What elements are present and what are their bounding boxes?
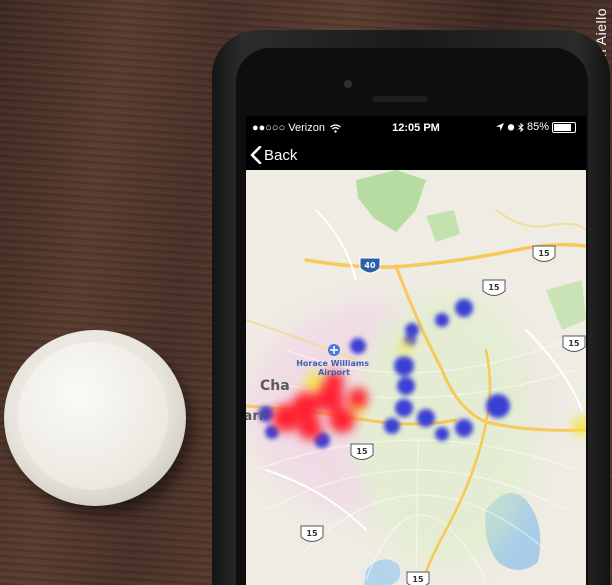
us-route-shield: 15 xyxy=(562,335,586,352)
route-number: 15 xyxy=(306,529,318,538)
nav-bar: Back xyxy=(246,138,586,170)
battery-fill xyxy=(554,123,571,131)
phone-screen: ●●○○○ Verizon 12:05 PM 85% Back Horace W… xyxy=(246,116,586,585)
earpiece-speaker xyxy=(372,96,428,102)
route-number: 15 xyxy=(488,283,500,292)
us-route-shield: 15 xyxy=(406,571,430,585)
chevron-left-icon xyxy=(250,146,262,164)
airport-marker[interactable] xyxy=(328,344,340,356)
back-label: Back xyxy=(264,146,298,164)
bluetooth-icon xyxy=(518,122,524,132)
us-route-shield: 15 xyxy=(300,525,324,542)
photo: Photo by Allison Aiello ●●○○○ Verizon 12… xyxy=(0,0,612,585)
location-arrow-icon xyxy=(495,123,504,131)
route-number: 15 xyxy=(356,447,368,456)
airport-label-line-1: Horace Williams xyxy=(296,359,369,368)
status-bar: ●●○○○ Verizon 12:05 PM 85% xyxy=(246,116,586,138)
interstate-shield: 40 xyxy=(359,257,381,274)
battery-percent: 85% xyxy=(526,121,549,133)
heatmap-map[interactable]: Horace Williams Airport Cha Carr 40 15 15 1… xyxy=(246,170,586,585)
white-sensor-puck xyxy=(4,330,186,506)
sensor-face xyxy=(18,342,168,490)
route-number: 15 xyxy=(568,339,580,348)
town-label-chapel-hill: Cha xyxy=(260,378,290,394)
back-button[interactable]: Back xyxy=(250,144,297,166)
airport-label-line-2: Airport xyxy=(318,368,350,377)
us-route-shield: 15 xyxy=(532,245,556,262)
battery-icon xyxy=(552,121,576,133)
route-number: 15 xyxy=(538,249,550,258)
us-route-shield: 15 xyxy=(350,443,374,460)
alarm-icon xyxy=(507,124,515,131)
town-label-carrboro: Carr xyxy=(246,409,266,424)
status-right-icons: 85% xyxy=(495,121,576,133)
route-number: 15 xyxy=(412,575,424,584)
front-camera xyxy=(344,80,352,88)
us-route-shield: 15 xyxy=(482,279,506,296)
route-number: 40 xyxy=(364,261,376,270)
